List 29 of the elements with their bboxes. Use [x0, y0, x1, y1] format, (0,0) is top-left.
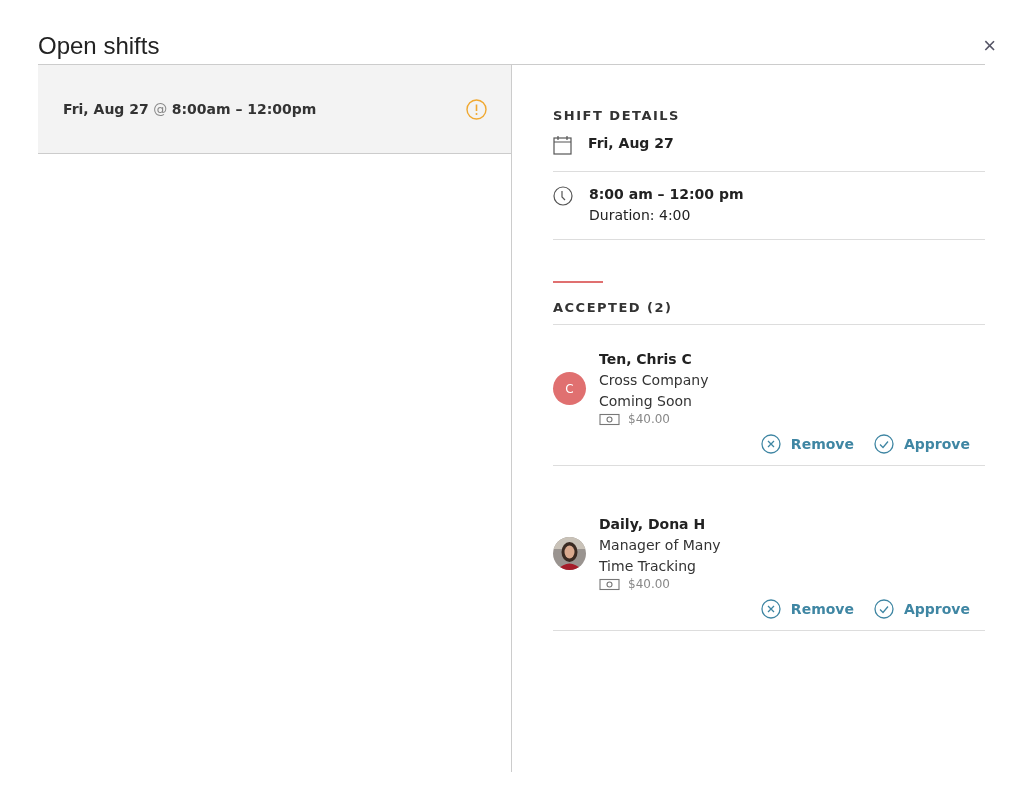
shift-time: 8:00 am – 12:00 pm [589, 186, 744, 202]
person-name: Daily, Dona H [599, 516, 707, 532]
person-detail: Time Tracking [599, 558, 697, 574]
remove-button[interactable]: Remove [760, 599, 854, 619]
person-detail: Cross Company [599, 372, 709, 388]
cash-icon [599, 412, 620, 426]
avatar: C [553, 372, 586, 405]
calendar-icon [553, 135, 572, 155]
shift-duration: Duration: 4:00 [589, 207, 692, 223]
approve-button[interactable]: Approve [873, 599, 970, 619]
dialog-title: Open shifts [38, 32, 160, 60]
shift-date: Fri, Aug 27 [588, 135, 674, 153]
remove-icon [760, 599, 781, 619]
person-name: Ten, Chris C [599, 351, 693, 367]
cash-icon [599, 577, 620, 591]
check-icon [873, 599, 894, 619]
close-button[interactable]: × [979, 33, 1000, 59]
person-detail: Coming Soon [599, 393, 693, 409]
pay-amount: $40.00 [628, 577, 670, 591]
approve-button[interactable]: Approve [873, 434, 970, 454]
section-heading: SHIFT DETAILS [553, 108, 681, 123]
shift-item[interactable]: Fri, Aug 27 @ 8:00am – 12:00pm [38, 65, 511, 154]
check-icon [873, 434, 894, 454]
pay-amount: $40.00 [628, 412, 670, 426]
remove-icon [760, 434, 781, 454]
section-heading: ACCEPTED (2) [553, 300, 985, 325]
clock-icon [553, 186, 573, 206]
remove-button[interactable]: Remove [760, 434, 854, 454]
person-detail: Manager of Many [599, 537, 721, 553]
